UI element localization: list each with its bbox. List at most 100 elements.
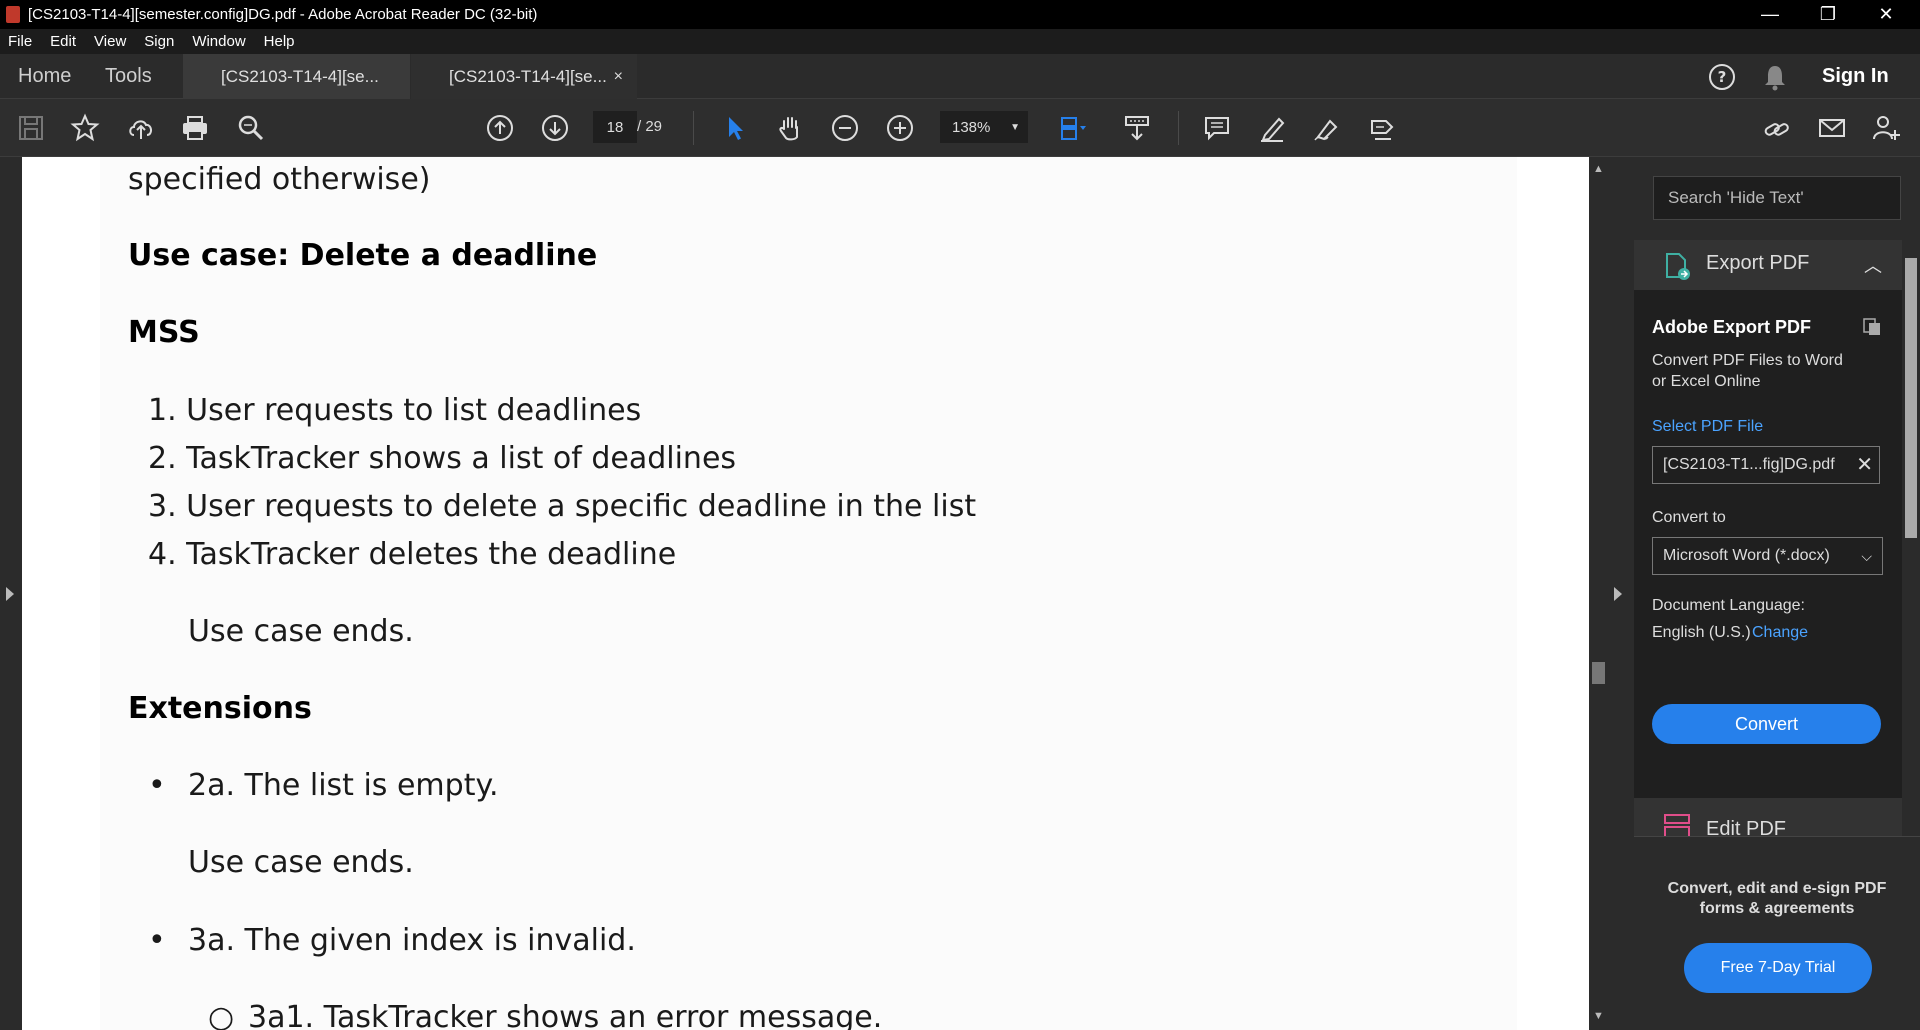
page-total: / 29 — [637, 118, 663, 135]
left-panel-toggle[interactable] — [0, 157, 22, 1030]
export-pdf-header[interactable]: Export PDF ︿ — [1634, 240, 1902, 290]
close-tab-icon[interactable]: × — [614, 54, 623, 99]
list-item: 3a1. TaskTracker shows an error message. — [248, 1000, 883, 1030]
tools-search-input[interactable]: Search 'Hide Text' — [1653, 176, 1901, 220]
heading-mss: MSS — [128, 315, 200, 350]
close-window-button[interactable]: ✕ — [1858, 0, 1914, 29]
sign-in-button[interactable]: Sign In — [1822, 54, 1889, 99]
sign-pen-icon[interactable] — [1310, 111, 1344, 145]
menu-bar: File Edit View Sign Window Help — [0, 29, 1920, 54]
previous-page-icon[interactable] — [483, 111, 517, 145]
edit-pdf-label: Edit PDF — [1706, 818, 1787, 836]
document-tab-2[interactable]: [CS2103-T14-4][se... × — [411, 54, 637, 99]
panel-scrollbar[interactable] — [1902, 240, 1920, 835]
menu-help[interactable]: Help — [264, 33, 295, 50]
promo-text: Convert, edit and e-sign PDF forms & agr… — [1634, 879, 1920, 919]
clear-file-icon[interactable]: ✕ — [1856, 447, 1873, 483]
list-item: 2. TaskTracker shows a list of deadlines — [148, 441, 737, 476]
format-value: Microsoft Word (*.docx) — [1663, 547, 1830, 564]
select-cursor-icon[interactable] — [718, 111, 752, 145]
format-select[interactable]: Microsoft Word (*.docx) ⌵ — [1652, 537, 1883, 575]
convert-button[interactable]: Convert — [1652, 704, 1881, 744]
chevron-down-icon: ⌵ — [1861, 548, 1872, 564]
bullet-icon: • — [148, 768, 166, 803]
menu-edit[interactable]: Edit — [50, 33, 76, 50]
page-number-input[interactable]: 18 — [593, 111, 637, 143]
read-mode-icon[interactable] — [1120, 111, 1154, 145]
heading-use-case: Use case: Delete a deadline — [128, 238, 598, 273]
comment-icon[interactable] — [1200, 111, 1234, 145]
promo-line-1: Convert, edit and e-sign PDF — [1667, 880, 1887, 897]
text-line: Use case ends. — [188, 845, 414, 880]
toolbar-divider — [1178, 111, 1179, 145]
pdf-page: specified otherwise) Use case: Delete a … — [100, 157, 1517, 1030]
email-icon[interactable] — [1815, 111, 1849, 145]
hollow-bullet-icon: ○ — [208, 1000, 235, 1030]
export-pdf-icon — [1666, 253, 1690, 280]
zoom-out-icon[interactable] — [828, 111, 862, 145]
title-bar: [CS2103-T14-4][semester.config]DG.pdf - … — [0, 0, 1920, 29]
document-language-label: Document Language: — [1652, 597, 1805, 614]
menu-file[interactable]: File — [8, 33, 32, 50]
document-tab-1[interactable]: [CS2103-T14-4][se... — [183, 54, 411, 99]
card-title: Adobe Export PDF — [1652, 317, 1812, 337]
chevron-up-icon[interactable]: ︿ — [1864, 252, 1882, 278]
document-language-value: English (U.S.) — [1652, 624, 1751, 641]
tools-tab[interactable]: Tools — [105, 54, 152, 99]
expand-left-panel-icon — [6, 587, 14, 601]
zoom-level-select[interactable]: 138% ▼ — [940, 111, 1028, 143]
convert-to-label: Convert to — [1652, 509, 1726, 526]
menu-sign[interactable]: Sign — [144, 33, 174, 50]
panel-scrollbar-thumb[interactable] — [1905, 258, 1917, 538]
list-item: 3. User requests to delete a specific de… — [148, 489, 977, 524]
document-scrollbar[interactable]: ▲ ▼ — [1589, 157, 1608, 1030]
edit-pdf-icon — [1664, 814, 1690, 836]
scrollbar-thumb[interactable] — [1592, 662, 1605, 684]
print-icon[interactable] — [178, 111, 212, 145]
list-item: 2a. The list is empty. — [188, 768, 499, 803]
search-zoom-icon[interactable] — [234, 111, 268, 145]
document-copy-icon — [1863, 318, 1880, 335]
svg-text:?: ? — [1718, 68, 1727, 86]
selected-file-field[interactable]: [CS2103-T1...fig]DG.pdf ✕ — [1652, 446, 1880, 484]
card-description: Convert PDF Files to Word — [1652, 352, 1843, 369]
bookmark-star-icon[interactable] — [68, 111, 102, 145]
next-page-icon[interactable] — [538, 111, 572, 145]
highlight-pen-icon[interactable] — [1255, 111, 1289, 145]
bullet-icon: • — [148, 923, 166, 958]
zoom-level-value: 138% — [952, 118, 991, 136]
list-item: 4. TaskTracker deletes the deadline — [148, 537, 677, 572]
collapse-right-panel-icon[interactable] — [1614, 587, 1622, 601]
scroll-down-icon[interactable]: ▼ — [1593, 1010, 1604, 1022]
upload-cloud-icon[interactable] — [124, 111, 158, 145]
export-pdf-label: Export PDF — [1706, 252, 1810, 274]
hand-tool-icon[interactable] — [773, 111, 807, 145]
home-tab[interactable]: Home — [18, 54, 71, 99]
acrobat-app-icon — [6, 6, 20, 23]
add-user-icon[interactable] — [1870, 111, 1904, 145]
promo-line-2: forms & agreements — [1699, 900, 1855, 917]
restore-button[interactable]: ❐ — [1800, 0, 1856, 29]
free-trial-button[interactable]: Free 7-Day Trial — [1684, 943, 1872, 993]
text-line: Use case ends. — [188, 614, 414, 649]
edit-pdf-tool[interactable]: Edit PDF — [1634, 798, 1902, 836]
list-item: 3a. The given index is invalid. — [188, 923, 636, 958]
list-item: 1. User requests to list deadlines — [148, 393, 642, 428]
help-icon[interactable]: ? — [1708, 54, 1736, 99]
selected-file-name: [CS2103-T1...fig]DG.pdf — [1663, 456, 1835, 473]
share-edit-icon[interactable] — [1365, 111, 1399, 145]
page-fit-icon[interactable] — [1055, 111, 1089, 145]
menu-view[interactable]: View — [94, 33, 126, 50]
change-language-link[interactable]: Change — [1752, 624, 1808, 642]
minimize-button[interactable]: — — [1742, 0, 1798, 29]
link-share-icon[interactable] — [1760, 111, 1794, 145]
notifications-bell-icon[interactable] — [1762, 54, 1788, 99]
document-viewer: specified otherwise) Use case: Delete a … — [22, 157, 1589, 1030]
select-pdf-file-link[interactable]: Select PDF File — [1652, 418, 1763, 436]
main-toolbar: 18 / 29 138% ▼ — [0, 99, 1920, 157]
heading-extensions: Extensions — [128, 691, 312, 726]
save-icon[interactable] — [14, 111, 48, 145]
menu-window[interactable]: Window — [192, 33, 245, 50]
zoom-in-icon[interactable] — [883, 111, 917, 145]
scroll-up-icon[interactable]: ▲ — [1593, 163, 1604, 175]
